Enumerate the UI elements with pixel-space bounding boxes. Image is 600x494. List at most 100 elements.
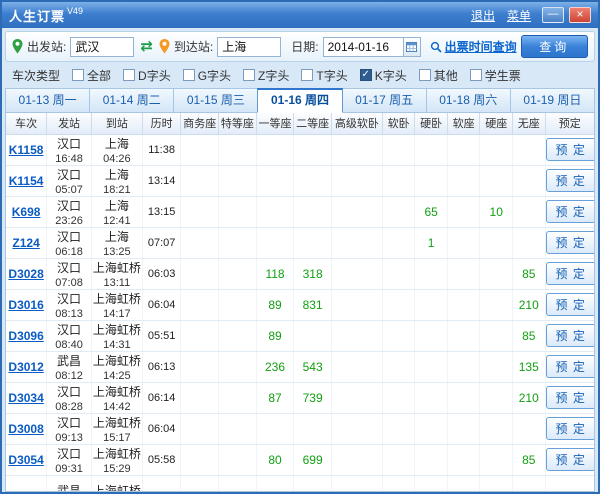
date-tab-3[interactable]: 01-16 周四 [257, 88, 342, 113]
book-button[interactable]: 预 定 [546, 262, 594, 285]
checkbox-icon[interactable] [301, 69, 313, 81]
train-number-link[interactable]: D3096 [8, 329, 43, 343]
swap-stations-icon[interactable]: ⇄ [140, 39, 153, 54]
filter-option-4[interactable]: T字头 [301, 67, 347, 84]
filter-option-6[interactable]: 其他 [419, 67, 458, 84]
filter-option-3[interactable]: Z字头 [243, 67, 289, 84]
book-cell: 预 定 [545, 351, 594, 382]
logout-link[interactable]: 退出 [471, 7, 495, 24]
train-number-link[interactable]: K698 [12, 205, 41, 219]
seat-availability-cell [219, 382, 257, 413]
seat-availability-cell: 10 [480, 196, 513, 227]
seat-availability-cell [256, 227, 294, 258]
seat-availability-cell [415, 258, 448, 289]
train-number-link[interactable]: D3016 [8, 298, 43, 312]
date-tab-1[interactable]: 01-14 周二 [89, 88, 174, 113]
seat-availability-cell: 135 [513, 351, 546, 382]
filter-option-5[interactable]: ✓K字头 [360, 67, 407, 84]
book-button[interactable]: 预 定 [546, 293, 594, 316]
table-header-row: 车次发站到站历时商务座特等座一等座二等座高级软卧软卧硬卧软座硬座无座预定 [6, 113, 594, 134]
train-cell: K698 [6, 196, 47, 227]
duration-cell [142, 475, 181, 492]
train-number-link[interactable]: D3034 [8, 391, 43, 405]
to-input[interactable] [217, 37, 281, 57]
date-tab-5[interactable]: 01-18 周六 [426, 88, 511, 113]
seat-availability-cell [447, 196, 480, 227]
train-number-link[interactable]: K1158 [9, 143, 44, 157]
seat-availability-cell [181, 289, 219, 320]
date-label: 日期: [291, 38, 318, 55]
seat-availability-cell: 210 [513, 289, 546, 320]
date-tab-0[interactable]: 01-13 周一 [5, 88, 90, 113]
book-button[interactable]: 预 定 [546, 231, 594, 254]
close-button[interactable]: × [569, 7, 591, 23]
menu-link[interactable]: 菜单 [507, 7, 531, 24]
checkbox-checked-icon[interactable]: ✓ [360, 69, 372, 81]
checkbox-icon[interactable] [470, 69, 482, 81]
book-button[interactable]: 预 定 [546, 324, 594, 347]
date-input[interactable] [323, 37, 403, 57]
column-header-4: 商务座 [181, 113, 219, 134]
book-button[interactable]: 预 定 [546, 138, 594, 161]
minimize-button[interactable]: — [542, 7, 564, 23]
filter-option-1[interactable]: D字头 [123, 67, 171, 84]
book-button[interactable]: 预 定 [546, 417, 594, 440]
seat-availability-cell [447, 320, 480, 351]
seat-availability-cell [447, 289, 480, 320]
ticket-time-query-label: 出票时间查询 [445, 38, 517, 55]
book-button[interactable]: 预 定 [546, 448, 594, 471]
search-panel: 出发站: ⇄ 到达站: 日期: 出票时间查询 查询 [5, 31, 595, 62]
column-header-9: 软卧 [382, 113, 415, 134]
train-number-link[interactable]: Z124 [12, 236, 39, 250]
filter-option-0[interactable]: 全部 [72, 67, 111, 84]
train-number-link[interactable]: D3008 [8, 422, 43, 436]
checkbox-icon[interactable] [72, 69, 84, 81]
arrive-pin-icon [159, 39, 170, 54]
train-number-link[interactable]: D3054 [8, 453, 43, 467]
train-cell: D3016 [6, 289, 47, 320]
checkbox-icon[interactable] [183, 69, 195, 81]
book-cell: 预 定 [545, 320, 594, 351]
train-row: K1154汉口05:07上海18:2113:14预 定 [6, 165, 594, 196]
train-number-link[interactable]: K1154 [9, 174, 44, 188]
seat-availability-cell [447, 413, 480, 444]
seat-availability-cell [331, 289, 382, 320]
to-station-cell: 上海虹桥14:17 [91, 289, 142, 320]
date-tab-4[interactable]: 01-17 周五 [342, 88, 427, 113]
train-cell: Z124 [6, 227, 47, 258]
column-header-12: 硬座 [480, 113, 513, 134]
seat-availability-cell [447, 227, 480, 258]
date-tab-2[interactable]: 01-15 周三 [173, 88, 258, 113]
calendar-icon[interactable] [403, 37, 421, 57]
date-tab-6[interactable]: 01-19 周日 [510, 88, 595, 113]
train-number-link[interactable]: D3028 [8, 267, 43, 281]
checkbox-icon[interactable] [419, 69, 431, 81]
checkbox-icon[interactable] [243, 69, 255, 81]
ticket-time-query-link[interactable]: 出票时间查询 [430, 38, 517, 55]
train-cell: D3054 [6, 444, 47, 475]
seat-availability-cell [294, 196, 332, 227]
seat-availability-cell [181, 165, 219, 196]
train-number-link[interactable]: D3012 [8, 360, 43, 374]
book-button[interactable]: 预 定 [546, 355, 594, 378]
filter-option-7[interactable]: 学生票 [470, 67, 521, 84]
checkbox-icon[interactable] [123, 69, 135, 81]
filter-option-2[interactable]: G字头 [183, 67, 231, 84]
from-input[interactable] [70, 37, 134, 57]
book-button[interactable]: 预 定 [546, 169, 594, 192]
from-station-cell: 武昌08:12 [47, 351, 92, 382]
to-label: 到达站: [174, 38, 213, 55]
train-row: D3054汉口09:31上海虹桥15:2905:588069985预 定 [6, 444, 594, 475]
duration-cell: 13:14 [142, 165, 181, 196]
seat-availability-cell [181, 382, 219, 413]
seat-availability-cell [256, 413, 294, 444]
book-button[interactable]: 预 定 [546, 200, 594, 223]
seat-availability-cell [219, 196, 257, 227]
seat-availability-cell [480, 320, 513, 351]
book-button[interactable]: 预 定 [546, 386, 594, 409]
seat-availability-cell: 89 [256, 320, 294, 351]
query-button[interactable]: 查询 [521, 35, 588, 58]
duration-cell: 06:04 [142, 289, 181, 320]
seat-availability-cell [415, 351, 448, 382]
train-cell: D3028 [6, 258, 47, 289]
